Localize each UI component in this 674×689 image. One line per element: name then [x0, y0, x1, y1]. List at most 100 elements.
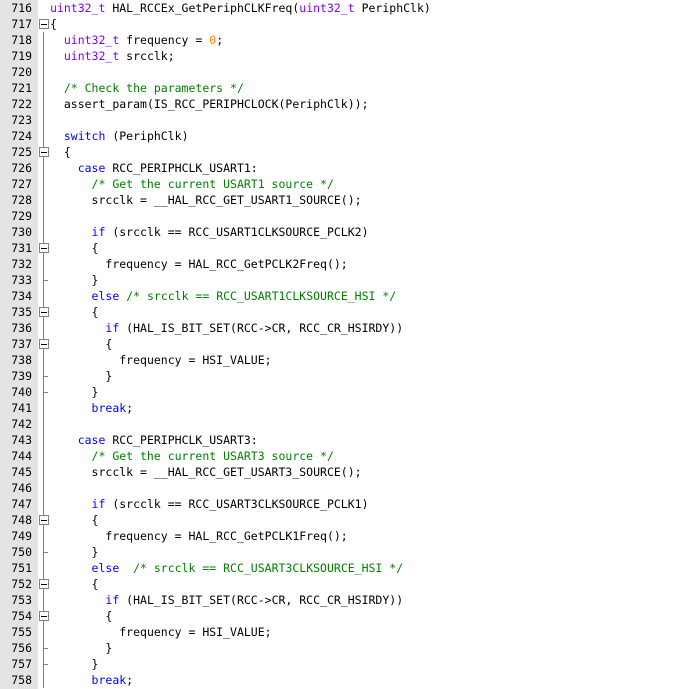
fold-guide-line — [38, 48, 50, 64]
code-text[interactable]: } — [50, 368, 112, 384]
fold-collapse-icon[interactable] — [38, 304, 50, 320]
code-text[interactable]: switch (PeriphClk) — [50, 128, 189, 144]
code-line[interactable]: 716 uint32_t HAL_RCCEx_GetPeriphCLKFreq(u… — [0, 0, 674, 16]
code-line[interactable]: 731 { — [0, 240, 674, 256]
code-line[interactable]: 752 { — [0, 576, 674, 592]
code-text[interactable]: } — [50, 640, 112, 656]
code-line[interactable]: 725 { — [0, 144, 674, 160]
code-text[interactable]: case RCC_PERIPHCLK_USART3: — [50, 432, 258, 448]
code-line[interactable]: 734 else /* srcclk == RCC_USART1CLKSOURC… — [0, 288, 674, 304]
code-line[interactable]: 741 break; — [0, 400, 674, 416]
line-number: 727 — [11, 177, 32, 191]
code-text[interactable]: break; — [50, 672, 134, 688]
code-line[interactable]: 720 — [0, 64, 674, 80]
code-text[interactable]: uint32_t srcclk; — [50, 48, 175, 64]
code-text[interactable]: assert_param(IS_RCC_PERIPHCLOCK(PeriphCl… — [50, 96, 369, 112]
code-text[interactable]: if (HAL_IS_BIT_SET(RCC->CR, RCC_CR_HSIRD… — [50, 320, 403, 336]
code-line[interactable]: 735 { — [0, 304, 674, 320]
code-text[interactable]: uint32_t HAL_RCCEx_GetPeriphCLKFreq(uint… — [50, 0, 431, 16]
code-text[interactable]: } — [50, 384, 99, 400]
code-line[interactable]: 727 /* Get the current USART1 source */ — [0, 176, 674, 192]
code-line[interactable]: 733 } — [0, 272, 674, 288]
code-line[interactable]: 737 { — [0, 336, 674, 352]
code-line[interactable]: 728 srcclk = __HAL_RCC_GET_USART1_SOURCE… — [0, 192, 674, 208]
code-text[interactable]: break; — [50, 400, 134, 416]
code-text[interactable]: { — [50, 16, 57, 32]
code-text[interactable]: uint32_t frequency = 0; — [50, 32, 223, 48]
code-text[interactable]: frequency = HSI_VALUE; — [50, 352, 271, 368]
code-line[interactable]: 751 else /* srcclk == RCC_USART3CLKSOURC… — [0, 560, 674, 576]
code-line[interactable]: 729 — [0, 208, 674, 224]
code-line[interactable]: 723 — [0, 112, 674, 128]
code-text[interactable]: { — [50, 144, 71, 160]
line-number: 723 — [11, 113, 32, 127]
fold-collapse-icon[interactable] — [38, 576, 50, 592]
code-text[interactable]: case RCC_PERIPHCLK_USART1: — [50, 160, 258, 176]
fold-collapse-icon[interactable] — [38, 16, 50, 32]
code-text[interactable]: { — [50, 576, 99, 592]
line-number: 738 — [11, 353, 32, 367]
keyword-token: if — [91, 497, 106, 511]
code-text[interactable]: srcclk = __HAL_RCC_GET_USART3_SOURCE(); — [50, 464, 362, 480]
code-line[interactable]: 747 if (srcclk == RCC_USART3CLKSOURCE_PC… — [0, 496, 674, 512]
code-text[interactable]: srcclk = __HAL_RCC_GET_USART1_SOURCE(); — [50, 192, 362, 208]
code-text[interactable]: { — [50, 336, 112, 352]
code-line[interactable]: 739 } — [0, 368, 674, 384]
code-line[interactable]: 754 { — [0, 608, 674, 624]
code-line[interactable]: 717 { — [0, 16, 674, 32]
code-text[interactable]: frequency = HAL_RCC_GetPCLK2Freq(); — [50, 256, 347, 272]
code-line[interactable]: 755 frequency = HSI_VALUE; — [0, 624, 674, 640]
code-line[interactable]: 722 assert_param(IS_RCC_PERIPHCLOCK(Peri… — [0, 96, 674, 112]
fold-collapse-icon[interactable] — [38, 240, 50, 256]
code-line[interactable]: 730 if (srcclk == RCC_USART1CLKSOURCE_PC… — [0, 224, 674, 240]
fold-collapse-icon[interactable] — [38, 512, 50, 528]
code-text[interactable]: } — [50, 656, 99, 672]
code-editor[interactable]: 716 uint32_t HAL_RCCEx_GetPeriphCLKFreq(u… — [0, 0, 674, 689]
code-text[interactable]: frequency = HAL_RCC_GetPCLK1Freq(); — [50, 528, 347, 544]
code-text[interactable]: frequency = HSI_VALUE; — [50, 624, 271, 640]
code-text[interactable]: /* Check the parameters */ — [50, 80, 244, 96]
code-text[interactable]: { — [50, 512, 99, 528]
code-line[interactable]: 724 switch (PeriphClk) — [0, 128, 674, 144]
code-line[interactable]: 744 /* Get the current USART3 source */ — [0, 448, 674, 464]
code-line[interactable]: 753 if (HAL_IS_BIT_SET(RCC->CR, RCC_CR_H… — [0, 592, 674, 608]
code-line[interactable]: 742 — [0, 416, 674, 432]
code-line[interactable]: 719 uint32_t srcclk; — [0, 48, 674, 64]
code-line[interactable]: 743 case RCC_PERIPHCLK_USART3: — [0, 432, 674, 448]
fold-collapse-icon[interactable] — [38, 144, 50, 160]
fold-collapse-icon[interactable] — [38, 336, 50, 352]
line-number: 751 — [11, 561, 32, 575]
code-line[interactable]: 721 /* Check the parameters */ — [0, 80, 674, 96]
code-line[interactable]: 740 } — [0, 384, 674, 400]
code-line[interactable]: 732 frequency = HAL_RCC_GetPCLK2Freq(); — [0, 256, 674, 272]
code-line[interactable]: 758 break; — [0, 672, 674, 688]
code-line[interactable]: 757 } — [0, 656, 674, 672]
code-text[interactable]: /* Get the current USART1 source */ — [50, 176, 334, 192]
code-line[interactable]: 748 { — [0, 512, 674, 528]
code-line[interactable]: 750 } — [0, 544, 674, 560]
code-line[interactable]: 749 frequency = HAL_RCC_GetPCLK1Freq(); — [0, 528, 674, 544]
code-line[interactable]: 718 uint32_t frequency = 0; — [0, 32, 674, 48]
code-text[interactable]: else /* srcclk == RCC_USART1CLKSOURCE_HS… — [50, 288, 397, 304]
code-line[interactable]: 726 case RCC_PERIPHCLK_USART1: — [0, 160, 674, 176]
fold-collapse-icon[interactable] — [38, 608, 50, 624]
code-line[interactable]: 746 — [0, 480, 674, 496]
code-text[interactable]: } — [50, 272, 99, 288]
code-line[interactable]: 738 frequency = HSI_VALUE; — [0, 352, 674, 368]
code-line[interactable]: 736 if (HAL_IS_BIT_SET(RCC->CR, RCC_CR_H… — [0, 320, 674, 336]
code-text[interactable]: else /* srcclk == RCC_USART3CLKSOURCE_HS… — [50, 560, 404, 576]
code-text[interactable]: { — [50, 240, 99, 256]
code-text[interactable]: if (HAL_IS_BIT_SET(RCC->CR, RCC_CR_HSIRD… — [50, 592, 403, 608]
code-text[interactable]: if (srcclk == RCC_USART1CLKSOURCE_PCLK2) — [50, 224, 369, 240]
code-text[interactable]: } — [50, 544, 99, 560]
code-text[interactable]: /* Get the current USART3 source */ — [50, 448, 334, 464]
code-text[interactable]: { — [50, 304, 99, 320]
code-line[interactable]: 745 srcclk = __HAL_RCC_GET_USART3_SOURCE… — [0, 464, 674, 480]
code-token: assert_param(IS_RCC_PERIPHCLOCK(PeriphCl… — [63, 97, 369, 111]
code-line[interactable]: 756 } — [0, 640, 674, 656]
code-text[interactable]: if (srcclk == RCC_USART3CLKSOURCE_PCLK1) — [50, 496, 369, 512]
code-text[interactable]: { — [50, 608, 112, 624]
